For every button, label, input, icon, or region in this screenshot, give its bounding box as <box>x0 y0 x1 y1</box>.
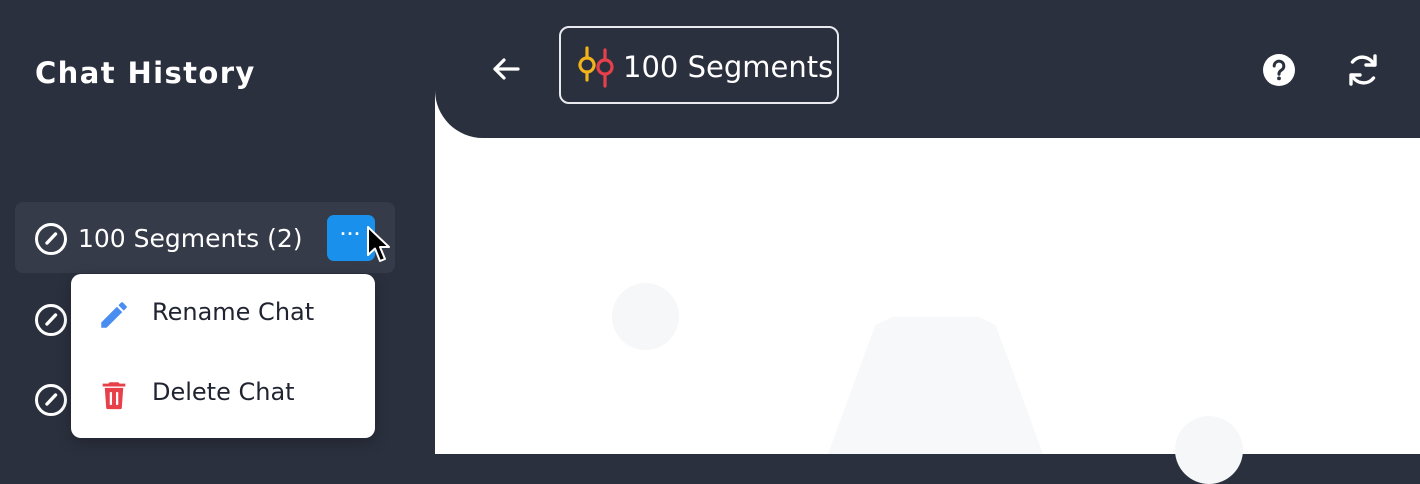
sidebar-title: Chat History <box>35 56 256 90</box>
main-panel: 100 Segments <box>435 0 1420 484</box>
delete-chat-label: Delete Chat <box>152 378 295 406</box>
back-arrow-icon[interactable] <box>487 50 525 88</box>
segment-selector-button[interactable]: 100 Segments <box>559 26 839 104</box>
mouse-cursor-icon <box>367 226 390 262</box>
pencil-icon <box>101 302 127 328</box>
refresh-icon[interactable] <box>1343 50 1383 90</box>
gauge-icon <box>35 223 67 255</box>
chat-item-label: 100 Segments (2) <box>78 224 303 253</box>
placeholder-shape <box>828 316 1043 454</box>
placeholder-circle <box>612 283 679 350</box>
chat-context-menu: Rename Chat Delete Chat <box>71 274 375 438</box>
segment-selector-label: 100 Segments <box>623 50 834 84</box>
placeholder-circle-2 <box>1175 416 1243 484</box>
trash-icon <box>102 382 126 410</box>
gauge-icon <box>35 304 67 336</box>
segments-icon <box>578 46 614 88</box>
chat-content-area <box>435 138 1420 484</box>
more-options-label: ··· <box>340 224 362 244</box>
rename-chat-label: Rename Chat <box>152 298 315 326</box>
rename-chat-menu-item[interactable]: Rename Chat <box>71 284 375 344</box>
gauge-icon <box>35 384 67 416</box>
delete-chat-menu-item[interactable]: Delete Chat <box>71 364 375 424</box>
question-circle-icon[interactable] <box>1261 52 1297 88</box>
chat-item-100-segments[interactable]: 100 Segments (2) ··· <box>15 202 395 273</box>
